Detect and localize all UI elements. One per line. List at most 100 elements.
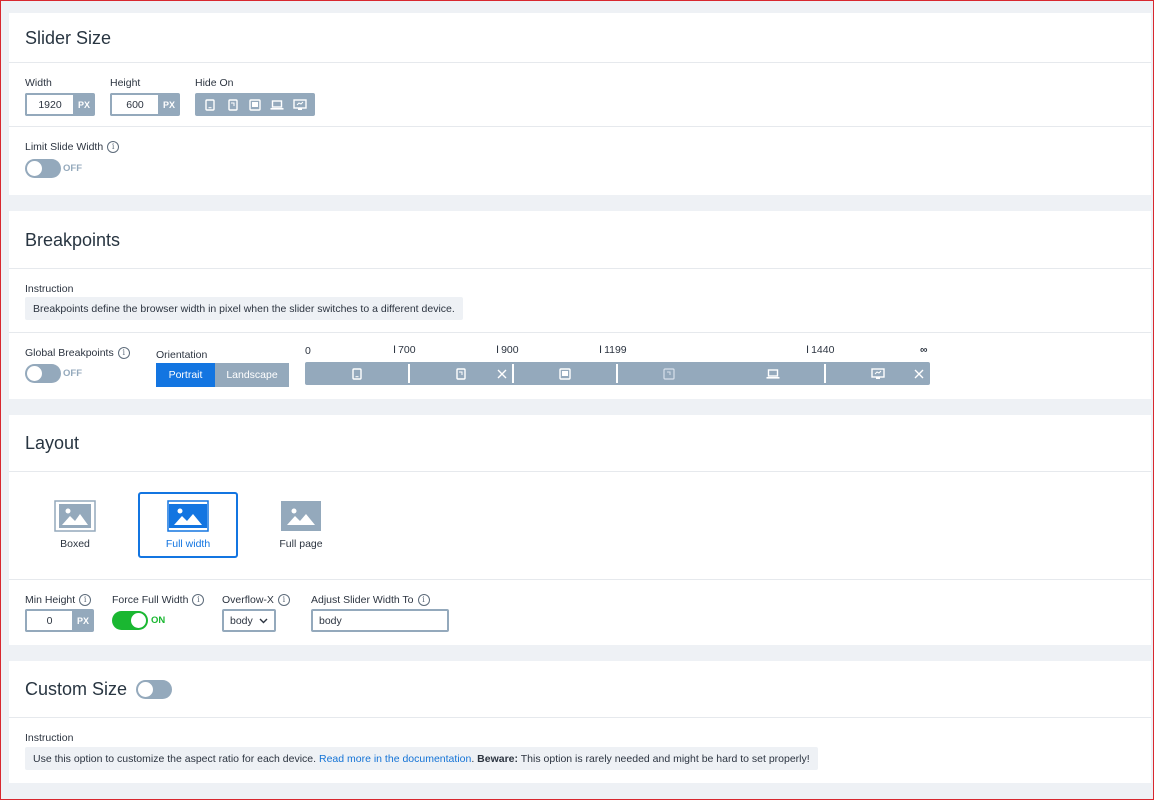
info-icon[interactable]: i — [277, 594, 290, 606]
instruction-label: Instruction — [25, 283, 74, 295]
limit-width-toggle[interactable] — [25, 159, 61, 178]
height-field[interactable]: 600 PX — [110, 93, 180, 116]
scale-label-1440-wrap[interactable]: I 1440 — [806, 344, 834, 356]
portrait-button[interactable]: Portrait — [156, 363, 215, 387]
landscape-button[interactable]: Landscape — [215, 363, 289, 387]
limit-width-label-wrap: Limit Slide Width i — [25, 141, 120, 153]
width-label: Width — [25, 77, 52, 89]
breakpoint-separator[interactable] — [408, 364, 410, 383]
custom-size-toggle[interactable] — [136, 679, 173, 699]
instruction-label: Instruction — [25, 732, 74, 744]
layout-panel: Layout Boxed Full width Full page Min He… — [9, 415, 1151, 645]
breakpoints-instruction-row: Instruction Breakpoints define the brows… — [9, 269, 1151, 333]
height-label: Height — [110, 77, 141, 89]
chevron-down-icon — [259, 618, 268, 623]
scale-label-700-wrap[interactable]: I 700 — [393, 344, 416, 356]
instruction-text: Breakpoints define the browser width in … — [25, 297, 463, 320]
orientation-switch: Portrait Landscape — [156, 363, 289, 387]
force-full-width-switch[interactable]: ON — [112, 611, 165, 630]
custom-size-header: Custom Size — [9, 661, 1151, 718]
overflow-x-label-wrap: Overflow-X i — [222, 594, 290, 606]
breakpoint-handle-icon[interactable]: I — [393, 344, 396, 356]
info-icon[interactable]: i — [192, 594, 205, 606]
overflow-x-select[interactable]: body — [222, 609, 276, 632]
scale-label-1440: 1440 — [811, 344, 835, 356]
breakpoint-handle-icon[interactable]: I — [806, 344, 809, 356]
mobile-portrait-icon — [352, 362, 362, 385]
desktop-icon[interactable] — [289, 93, 311, 116]
custom-size-panel: Custom Size Instruction Use this option … — [9, 661, 1151, 783]
remove-breakpoint-icon[interactable] — [497, 362, 507, 385]
scale-label-1199: 1199 — [604, 344, 627, 356]
scale-label-900: 900 — [501, 344, 519, 356]
scale-label-1199-wrap[interactable]: I 1199 — [599, 344, 627, 356]
info-icon[interactable]: i — [79, 594, 92, 606]
limit-width-switch[interactable]: OFF — [25, 159, 82, 178]
global-breakpoints-switch[interactable]: OFF — [25, 364, 82, 383]
limit-width-row: Limit Slide Width i OFF — [9, 127, 1151, 193]
mobile-landscape-icon[interactable] — [221, 93, 243, 116]
breakpoint-separator[interactable] — [824, 364, 826, 383]
force-full-width-label-wrap: Force Full Width i — [112, 594, 205, 606]
info-icon[interactable]: i — [107, 141, 120, 153]
custom-size-instruction-row: Instruction Use this option to customize… — [9, 718, 1151, 782]
full-page-layout-icon — [281, 501, 321, 531]
global-breakpoints-state: OFF — [63, 368, 82, 379]
orientation-label: Orientation — [156, 349, 208, 361]
layout-option-full-page[interactable]: Full page — [251, 492, 351, 558]
laptop-icon[interactable] — [266, 93, 288, 116]
breakpoint-handle-icon[interactable]: I — [599, 344, 602, 356]
tablet-landscape-icon — [663, 362, 675, 385]
layout-title: Layout — [9, 415, 1151, 472]
hide-on-devices — [195, 93, 315, 116]
instruction-text-after: This option is rarely needed and might b… — [518, 752, 810, 765]
documentation-link[interactable]: Read more in the documentation — [319, 753, 471, 765]
breakpoints-controls-row: Global Breakpoints i OFF Orientation Por… — [9, 333, 1151, 397]
min-height-value[interactable]: 0 — [25, 609, 72, 632]
min-height-label: Min Height — [25, 594, 76, 606]
info-icon[interactable]: i — [117, 347, 130, 359]
laptop-icon — [766, 362, 780, 385]
layout-options-row: Boxed Full width Full page — [9, 472, 1151, 580]
force-full-width-toggle[interactable] — [112, 611, 148, 630]
limit-width-label: Limit Slide Width — [25, 141, 104, 153]
full-width-layout-icon — [167, 500, 209, 532]
width-value[interactable]: 1920 — [25, 93, 73, 116]
boxed-layout-icon — [54, 500, 96, 532]
adjust-width-input[interactable]: body — [311, 609, 449, 632]
slider-size-panel: Slider Size Width 1920 PX Height 600 PX … — [9, 13, 1151, 195]
tablet-icon[interactable] — [244, 93, 266, 116]
adjust-width-label: Adjust Slider Width To — [311, 594, 414, 606]
layout-option-boxed[interactable]: Boxed — [25, 492, 125, 558]
height-value[interactable]: 600 — [110, 93, 158, 116]
min-height-label-wrap: Min Height i — [25, 594, 92, 606]
height-unit: PX — [158, 93, 180, 116]
layout-option-full-width[interactable]: Full width — [138, 492, 238, 558]
global-breakpoints-label: Global Breakpoints — [25, 347, 114, 359]
global-breakpoints-toggle[interactable] — [25, 364, 61, 383]
custom-size-title: Custom Size — [25, 679, 128, 699]
overflow-x-value: body — [230, 614, 253, 627]
desktop-portrait-icon[interactable] — [199, 93, 221, 116]
info-icon[interactable]: i — [417, 594, 430, 606]
adjust-width-label-wrap: Adjust Slider Width To i — [311, 594, 430, 606]
force-full-width-state: ON — [151, 615, 166, 626]
scale-label-900-wrap[interactable]: I 900 — [496, 344, 519, 356]
width-field[interactable]: 1920 PX — [25, 93, 95, 116]
breakpoint-bar — [305, 362, 930, 385]
desktop-icon — [871, 362, 885, 385]
min-height-field[interactable]: 0 PX — [25, 609, 94, 632]
layout-settings-row: Min Height i 0 PX Force Full Width i ON … — [9, 580, 1151, 644]
limit-width-state: OFF — [63, 163, 82, 174]
layout-option-label: Full page — [279, 538, 323, 550]
breakpoint-handle-icon[interactable]: I — [496, 344, 499, 356]
slider-size-row: Width 1920 PX Height 600 PX Hide On — [9, 63, 1151, 127]
remove-breakpoint-icon[interactable] — [914, 362, 924, 385]
force-full-width-label: Force Full Width — [112, 594, 189, 606]
tablet-portrait-icon — [559, 362, 571, 385]
scale-label-700: 700 — [398, 344, 416, 356]
breakpoint-separator[interactable] — [512, 364, 514, 383]
breakpoint-separator[interactable] — [616, 364, 618, 383]
hide-on-label: Hide On — [195, 77, 234, 89]
instruction-text-before: Use this option to customize the aspect … — [33, 752, 319, 765]
